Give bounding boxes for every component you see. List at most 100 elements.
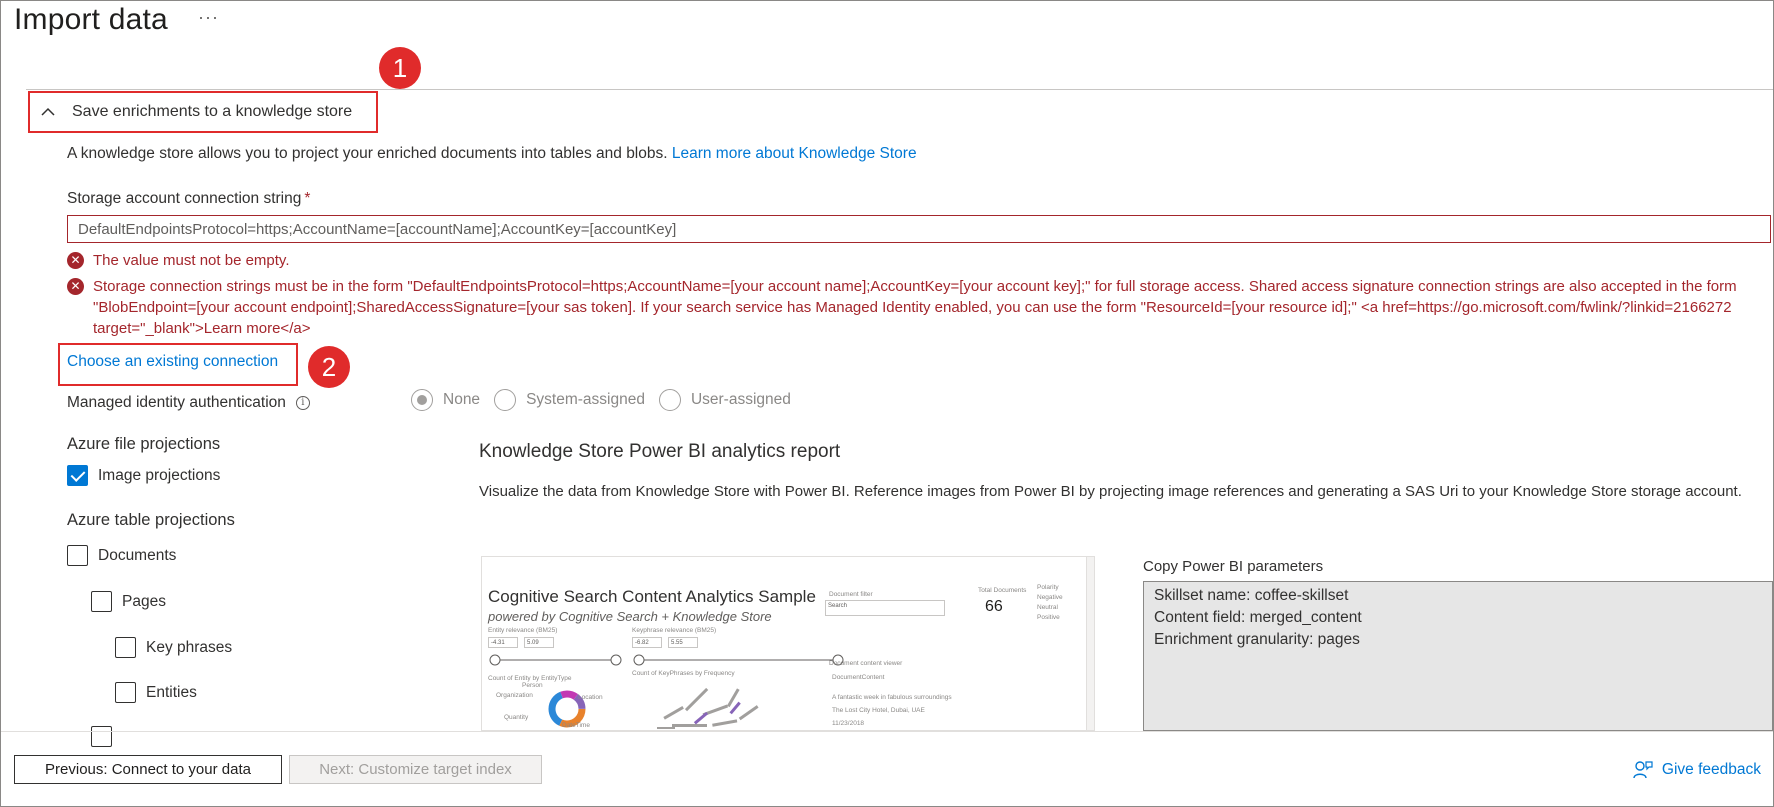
param-line: Skillset name: coffee-skillset [1154, 587, 1349, 604]
checkbox-box [115, 637, 136, 658]
preview-polarity-label: Polarity [1037, 584, 1059, 591]
preview-count-entity-label: Count of Entity by EntityType [488, 675, 572, 682]
preview-keyphrase-relevance-label: Keyphrase relevance (BM25) [632, 627, 717, 634]
param-line: Content field: merged_content [1154, 609, 1362, 626]
checkbox-label: Image projections [98, 466, 221, 484]
power-bi-title: Knowledge Store Power BI analytics repor… [479, 441, 841, 462]
callout-badge-2: 2 [308, 346, 350, 388]
checkbox-label: Documents [98, 546, 177, 564]
preview-donut-label: DateTime [562, 722, 590, 729]
checkbox-box [115, 682, 136, 703]
validation-error-format: ✕ Storage connection strings must be in … [67, 276, 1767, 339]
checkbox-label: Entities [146, 683, 197, 701]
radio-label: System-assigned [526, 391, 645, 408]
preview-entity-relevance-label: Entity relevance (BM25) [488, 627, 558, 634]
power-bi-report-preview: Cognitive Search Content Analytics Sampl… [481, 556, 1095, 731]
preview-count-keyphrase-label: Count of KeyPhrases by Frequency [632, 670, 735, 677]
info-icon[interactable]: i [295, 396, 310, 410]
page-title: Import data [14, 3, 168, 36]
connection-string-input[interactable] [67, 215, 1771, 243]
radio-circle [658, 389, 681, 411]
previous-button[interactable]: Previous: Connect to your data [14, 755, 282, 784]
checkbox-box [67, 545, 88, 566]
preview-relevance-sliders [489, 654, 844, 666]
knowledge-store-intro: A knowledge store allows you to project … [67, 145, 917, 163]
radio-none[interactable]: None [411, 389, 480, 411]
checkbox-label: Pages [122, 592, 166, 610]
identity-radio-group: None System-assigned User-assigned [411, 389, 805, 411]
entities-checkbox[interactable]: Entities [115, 682, 197, 703]
checkbox-box [67, 465, 88, 486]
intro-text: A knowledge store allows you to project … [67, 145, 672, 162]
file-projections-title: Azure file projections [67, 435, 221, 453]
param-line: Enrichment granularity: pages [1154, 631, 1360, 648]
preview-donut-label: Location [578, 694, 603, 701]
radio-label: User-assigned [690, 391, 791, 408]
preview-content-viewer-label: Document content viewer [829, 660, 903, 667]
preview-doc-line: A fantastic week in fabulous surrounding… [832, 694, 952, 701]
preview-donut-label: Quantity [504, 714, 529, 721]
error-icon: ✕ [67, 278, 84, 295]
partial-checkbox[interactable] [91, 726, 122, 747]
give-feedback-link[interactable]: Give feedback [1632, 759, 1761, 781]
validation-error-empty: ✕ The value must not be empty. [67, 250, 290, 271]
table-projections-title: Azure table projections [67, 511, 235, 529]
preview-search-box: Search [825, 600, 945, 616]
radio-circle [411, 389, 433, 411]
preview-total-documents-label: Total Documents [978, 587, 1027, 594]
managed-identity-label-text: Managed identity authentication [67, 394, 286, 411]
preview-polarity-neutral: Neutral [1037, 604, 1058, 611]
preview-word-cloud [657, 687, 759, 729]
required-indicator: * [304, 190, 311, 207]
connection-string-label-text: Storage account connection string [67, 190, 302, 207]
power-bi-description: Visualize the data from Knowledge Store … [479, 483, 1742, 500]
validation-error-text: The value must not be empty. [93, 252, 290, 269]
checkbox-box [91, 591, 112, 612]
preview-subtitle: powered by Cognitive Search + Knowledge … [488, 609, 772, 624]
preview-keyphrase-min: -6.82 [632, 637, 662, 648]
documents-checkbox[interactable]: Documents [67, 545, 176, 566]
give-feedback-label: Give feedback [1661, 761, 1761, 778]
image-projections-checkbox[interactable]: Image projections [67, 465, 220, 486]
footer-divider [1, 731, 1773, 732]
preview-keyphrase-max: 5.55 [668, 637, 698, 648]
more-options-button[interactable]: ··· [198, 7, 219, 28]
power-bi-params-textbox[interactable]: Skillset name: coffee-skillset Content f… [1143, 581, 1773, 731]
preview-donut-label: Organization [496, 692, 533, 699]
radio-circle [494, 389, 517, 411]
checkbox-label: Key phrases [146, 638, 233, 656]
knowledge-store-section-label: Save enrichments to a knowledge store [72, 103, 353, 120]
preview-total-documents: 66 [985, 598, 1003, 615]
learn-more-knowledge-store-link[interactable]: Learn more about Knowledge Store [672, 145, 917, 162]
pages-checkbox[interactable]: Pages [91, 591, 166, 612]
import-data-page: Import data ··· 1 Save enrichments to a … [0, 0, 1774, 807]
preview-doc-line: 11/23/2018 [832, 720, 865, 727]
preview-donut-label: Person [522, 682, 543, 689]
preview-doc-line: The Lost City Hotel, Dubai, UAE [832, 707, 925, 714]
preview-entity-min: -4.31 [488, 637, 518, 648]
preview-title: Cognitive Search Content Analytics Sampl… [488, 587, 816, 606]
preview-polarity-negative: Negative [1037, 594, 1063, 601]
checkbox-box [91, 726, 112, 747]
managed-identity-label: Managed identity authentication i [67, 394, 310, 412]
validation-error-text: Storage connection strings must be in th… [93, 278, 1737, 337]
preview-polarity-positive: Positive [1037, 614, 1060, 621]
preview-document-filter-label: Document filter [829, 591, 873, 598]
feedback-icon [1633, 761, 1653, 779]
key-phrases-checkbox[interactable]: Key phrases [115, 637, 232, 658]
callout-badge-1: 1 [379, 47, 421, 89]
preview-doc-content-header: DocumentContent [832, 674, 885, 681]
error-icon: ✕ [67, 252, 84, 269]
radio-user-assigned[interactable]: User-assigned [658, 389, 791, 411]
knowledge-store-section-toggle[interactable]: Save enrichments to a knowledge store [28, 91, 378, 133]
preview-entity-max: 5.09 [524, 637, 554, 648]
choose-existing-connection-link[interactable]: Choose an existing connection [67, 353, 278, 371]
preview-scrollbar[interactable] [1086, 557, 1094, 730]
radio-label: None [443, 391, 481, 408]
copy-power-bi-params-label: Copy Power BI parameters [1143, 558, 1324, 575]
chevron-up-icon [41, 107, 55, 116]
section-divider [26, 89, 1773, 90]
connection-string-label: Storage account connection string * [67, 190, 310, 208]
next-button[interactable]: Next: Customize target index [289, 755, 542, 784]
radio-system-assigned[interactable]: System-assigned [494, 389, 645, 411]
